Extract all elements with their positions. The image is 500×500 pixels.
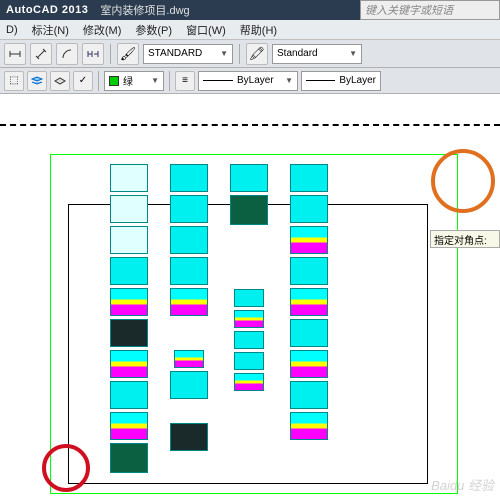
tool-btn-1[interactable] (4, 43, 26, 65)
menu-modify[interactable]: 修改(M) (83, 22, 122, 38)
lineweight-combo[interactable]: ByLayer (301, 71, 381, 91)
dim-style-icon[interactable]: 🖍 (246, 43, 268, 65)
linetype-btn[interactable]: ≡ (175, 71, 195, 91)
thumb (234, 310, 264, 328)
layer-color-swatch (109, 76, 119, 86)
thumb (290, 350, 328, 378)
lineweight-label: ByLayer (339, 75, 376, 86)
thumb (230, 164, 268, 192)
annotation-circle-red (42, 444, 90, 492)
text-style-combo[interactable]: STANDARD ▼ (143, 44, 233, 64)
thumb (290, 226, 328, 254)
thumb (234, 331, 264, 349)
layers-icon (31, 76, 43, 86)
thumb (170, 423, 208, 451)
chevron-down-icon: ▼ (349, 49, 357, 58)
linetype-combo[interactable]: ByLayer ▼ (198, 71, 298, 91)
tool-btn-3[interactable] (56, 43, 78, 65)
thumb (170, 288, 208, 316)
layer-name: 绿 (123, 73, 133, 88)
dim-continue-icon (87, 48, 99, 60)
menu-param[interactable]: 参数(P) (135, 22, 172, 38)
tool-btn-2[interactable] (30, 43, 52, 65)
thumb (230, 195, 268, 225)
chevron-down-icon: ▼ (285, 76, 293, 85)
dim-linear-icon (9, 48, 21, 60)
thumb (290, 288, 328, 316)
watermark: Baidu 经验 (431, 475, 494, 494)
thumb (110, 164, 148, 192)
style-label: Standard (277, 48, 318, 59)
dim-arc-icon (61, 48, 73, 60)
annotation-circle-orange (431, 149, 495, 213)
thumb (110, 195, 148, 223)
file-name: 室内装修项目.dwg (100, 2, 189, 18)
viewport-border-top (0, 124, 500, 126)
toolbar-primary: 🖌 STANDARD ▼ 🖍 Standard ▼ (0, 40, 500, 68)
drawing-thumbnails (110, 164, 390, 474)
menu-help[interactable]: 帮助(H) (240, 22, 277, 38)
thumb (234, 289, 264, 307)
style-label: STANDARD (148, 48, 202, 59)
toolbar-secondary: ⬚ ✓ 绿 ▼ ≡ ByLayer ▼ ByLayer (0, 68, 500, 94)
layer-combo[interactable]: 绿 ▼ (104, 71, 164, 91)
command-tooltip: 指定对角点: (430, 230, 500, 248)
drawing-canvas[interactable]: 指定对角点: Baidu 经验 (0, 94, 500, 500)
layer-btn-4[interactable]: ✓ (73, 71, 93, 91)
thumb (174, 350, 204, 368)
thumb (234, 373, 264, 391)
thumb (110, 350, 148, 378)
thumb (170, 371, 208, 399)
thumb (290, 195, 328, 223)
chevron-down-icon: ▼ (151, 76, 159, 85)
thumb (110, 288, 148, 316)
thumb (110, 443, 148, 473)
search-input[interactable]: 键入关键字或短语 (360, 0, 500, 20)
separator (98, 71, 99, 91)
dim-aligned-icon (35, 48, 47, 60)
thumb (170, 195, 208, 223)
menu-bar: D) 标注(N) 修改(M) 参数(P) 窗口(W) 帮助(H) (0, 20, 500, 40)
thumb (110, 381, 148, 409)
line-sample (203, 80, 233, 81)
thumb (110, 226, 148, 254)
app-name: AutoCAD 2013 (6, 4, 88, 16)
thumb (170, 226, 208, 254)
brush-icon[interactable]: 🖌 (117, 43, 139, 65)
separator (110, 44, 111, 64)
menu-d[interactable]: D) (6, 24, 18, 36)
thumb (290, 257, 328, 285)
linetype-label: ByLayer (237, 75, 274, 86)
separator (239, 44, 240, 64)
line-sample (306, 80, 335, 81)
layer-btn-1[interactable]: ⬚ (4, 71, 24, 91)
layer-btn-2[interactable] (27, 71, 47, 91)
thumb (290, 412, 328, 440)
tooltip-text: 指定对角点: (434, 232, 487, 247)
search-placeholder: 键入关键字或短语 (365, 2, 453, 18)
dim-style-combo[interactable]: Standard ▼ (272, 44, 362, 64)
thumb (234, 352, 264, 370)
thumb (110, 319, 148, 347)
layer-btn-3[interactable] (50, 71, 70, 91)
thumb (110, 412, 148, 440)
menu-annotate[interactable]: 标注(N) (32, 22, 69, 38)
thumb (290, 381, 328, 409)
layer-prev-icon (54, 76, 66, 86)
menu-window[interactable]: 窗口(W) (186, 22, 226, 38)
chevron-down-icon: ▼ (220, 49, 228, 58)
thumb (290, 164, 328, 192)
thumb (170, 257, 208, 285)
thumb (110, 257, 148, 285)
thumb (290, 319, 328, 347)
tool-btn-4[interactable] (82, 43, 104, 65)
thumb (170, 164, 208, 192)
separator (169, 71, 170, 91)
